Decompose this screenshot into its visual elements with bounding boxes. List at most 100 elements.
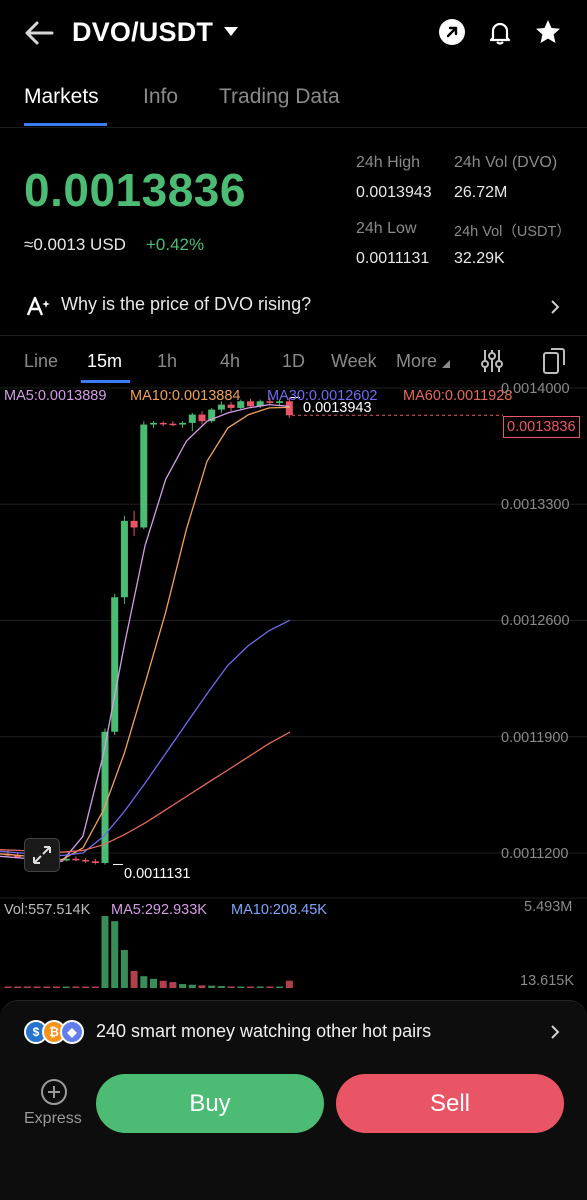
volume-bar — [159, 980, 167, 988]
tab-info[interactable]: Info — [143, 85, 178, 109]
tf-week[interactable]: Week — [331, 351, 377, 372]
volume-bar — [82, 986, 90, 988]
volume-bar — [150, 978, 157, 988]
indicator-settings-icon[interactable] — [480, 348, 504, 374]
candle-body — [188, 414, 196, 423]
buy-button[interactable]: Buy — [96, 1074, 324, 1133]
price-change: +0.42% — [146, 235, 205, 254]
ma60-line — [0, 731, 291, 853]
volume-bar — [120, 949, 128, 988]
tf-4h[interactable]: 4h — [220, 351, 240, 372]
triangle-down-icon — [442, 360, 450, 368]
volume-bar — [62, 986, 70, 988]
tf-more[interactable]: More — [396, 351, 437, 372]
usd-equivalent: ≈0.0013 USD — [24, 235, 126, 254]
candle-body — [120, 520, 128, 598]
volume-bar — [276, 986, 284, 988]
volume-bar — [169, 982, 177, 988]
tf-1d[interactable]: 1D — [282, 351, 305, 372]
y-tick-label: 0.0013300 — [501, 497, 570, 513]
tf-1h[interactable]: 1h — [157, 351, 177, 372]
volume-bar — [140, 976, 148, 988]
candle-body — [169, 423, 177, 426]
candle-body — [72, 858, 80, 861]
ma30-line — [0, 619, 291, 857]
candle-body — [179, 422, 187, 425]
bell-icon[interactable] — [486, 18, 514, 46]
volume-ma5-label: MA5:292.933K — [111, 902, 207, 918]
volume-bar — [179, 984, 187, 988]
volume-bar — [101, 916, 109, 988]
low-marker-label: 0.0011131 — [124, 866, 191, 882]
active-timeframe-indicator — [81, 380, 130, 383]
volume-max-label: 5.493M — [524, 899, 573, 915]
volume-bar — [227, 986, 235, 988]
low-label: 24h Low — [356, 220, 417, 237]
expand-arrows-icon — [33, 846, 51, 864]
express-button[interactable]: Express — [24, 1110, 82, 1128]
candle-body — [217, 404, 225, 410]
y-tick-label: 0.0012600 — [501, 613, 570, 629]
pair-title[interactable]: DVO/USDT — [72, 17, 213, 48]
vol-base-value: 26.72M — [454, 184, 508, 201]
volume-bar — [266, 986, 274, 988]
candle-body — [159, 422, 167, 425]
vol-base-label: 24h Vol (DVO) — [454, 154, 558, 171]
chevron-right-icon[interactable] — [548, 1023, 562, 1041]
last-price: 0.0013836 — [24, 164, 246, 216]
why-rising-row[interactable]: Why is the price of DVO rising? — [0, 280, 587, 336]
candle-body — [91, 861, 99, 863]
volume-bar — [247, 986, 254, 988]
expand-chart-button[interactable] — [24, 838, 60, 872]
tf-15m[interactable]: 15m — [87, 351, 122, 372]
rotate-landscape-icon[interactable] — [542, 347, 566, 375]
volume-bar — [198, 985, 206, 988]
why-rising-text: Why is the price of DVO rising? — [61, 294, 312, 314]
ma60-legend: MA60:0.0011928 — [403, 388, 513, 404]
tab-markets[interactable]: Markets — [24, 85, 99, 109]
y-tick-label: 0.0011200 — [501, 846, 569, 862]
tab-trading-data[interactable]: Trading Data — [219, 85, 340, 109]
volume-bar — [217, 986, 225, 988]
volume-bar — [23, 986, 31, 988]
ma5-legend: MA5:0.0013889 — [4, 388, 107, 404]
volume-bar — [4, 986, 12, 988]
volume-bar — [208, 985, 216, 988]
volume-label: Vol:557.514K — [4, 902, 91, 918]
volume-bar — [188, 984, 196, 988]
candle-body — [247, 401, 254, 407]
tf-line[interactable]: Line — [24, 351, 58, 372]
candle-body — [130, 520, 138, 528]
y-tick-label: 0.0011900 — [501, 730, 569, 746]
smart-money-text[interactable]: 240 smart money watching other hot pairs — [96, 1021, 431, 1042]
current-price-tag: 0.0013836 — [503, 416, 580, 438]
high-value: 0.0013943 — [356, 184, 432, 201]
candle-body — [140, 424, 148, 528]
share-icon[interactable] — [438, 18, 466, 46]
volume-bar — [53, 986, 60, 988]
volume-bar — [237, 986, 245, 988]
volume-bar — [72, 986, 80, 988]
back-arrow-icon[interactable] — [22, 16, 56, 50]
volume-bar — [33, 986, 41, 988]
volume-ma10-label: MA10:208.45K — [231, 902, 327, 918]
volume-bar — [91, 986, 99, 988]
chevron-down-icon[interactable] — [224, 27, 238, 36]
vol-quote-label: 24h Vol（USDT） — [454, 224, 571, 240]
star-icon[interactable] — [534, 18, 562, 46]
ma10-legend: MA10:0.0013884 — [130, 388, 241, 404]
top-bar: DVO/USDT — [0, 0, 587, 68]
volume-bar — [111, 921, 119, 988]
high-label: 24h High — [356, 154, 421, 171]
plus-circle-icon[interactable] — [40, 1078, 68, 1106]
candle-body — [198, 414, 206, 422]
sell-button[interactable]: Sell — [336, 1074, 564, 1133]
volume-bar — [43, 986, 51, 988]
low-value: 0.0011131 — [356, 250, 430, 267]
volume-min-label: 13.615K — [520, 973, 575, 989]
ai-sparkle-icon — [26, 296, 50, 316]
candle-body — [82, 859, 90, 862]
chevron-right-icon — [551, 300, 560, 314]
volume-bar — [256, 986, 264, 988]
candle-body — [227, 404, 235, 408]
